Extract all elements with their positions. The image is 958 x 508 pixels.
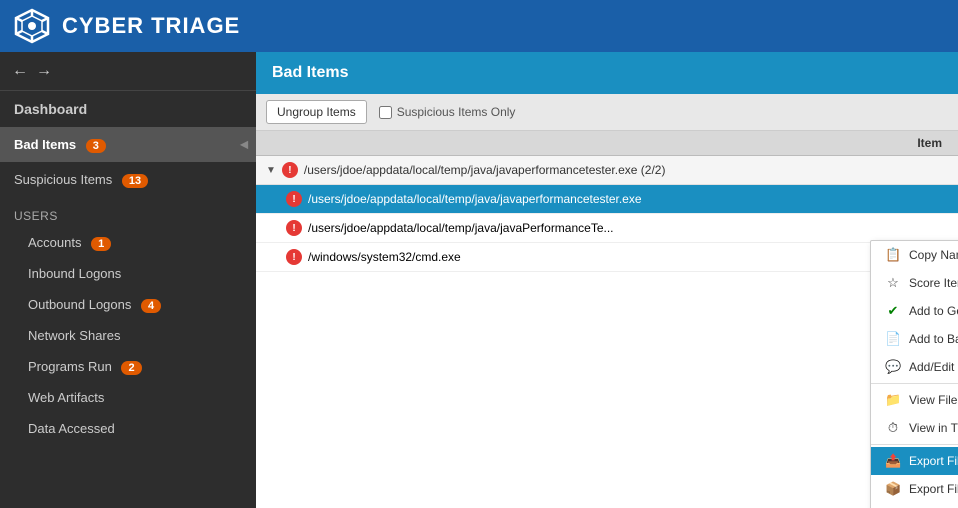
- ctx-view-in-timeline[interactable]: ⏱ View in Timeline ▶: [871, 414, 958, 442]
- error-icon: !: [286, 191, 302, 207]
- bad-list-icon: 📄: [885, 331, 901, 347]
- programs-run-badge: 2: [121, 361, 141, 375]
- ctx-export-file-as-zip[interactable]: 📦 Export File as ZIP: [871, 475, 958, 503]
- suspicious-only-checkbox[interactable]: [379, 106, 392, 119]
- sidebar-item-bad-items[interactable]: Bad Items 3 ◀: [0, 127, 256, 162]
- ctx-separator: [871, 383, 958, 384]
- timeline-icon: ⏱: [885, 420, 901, 436]
- ungroup-items-button[interactable]: Ungroup Items: [266, 100, 367, 124]
- suspicious-items-badge: 13: [122, 174, 148, 188]
- chevron-icon: ◀: [240, 139, 248, 150]
- main-header: Bad Items: [256, 52, 958, 94]
- ctx-add-to-good-list[interactable]: ✔ Add to Good List ▶: [871, 297, 958, 325]
- ctx-add-edit-comment[interactable]: 💬 Add/Edit Comment: [871, 353, 958, 381]
- file-group-header[interactable]: ▼ ! /users/jdoe/appdata/local/temp/java/…: [256, 156, 958, 185]
- context-menu: 📋 Copy Name ☆ Score Item As ▶ ✔ Add to G…: [870, 240, 958, 508]
- main-content: Bad Items Ungroup Items Suspicious Items…: [256, 52, 958, 508]
- bad-items-badge: 3: [86, 139, 106, 153]
- users-section-header: Users: [0, 201, 256, 227]
- ctx-copy-name[interactable]: 📋 Copy Name: [871, 241, 958, 269]
- sidebar-item-suspicious-items[interactable]: Suspicious Items 13: [0, 162, 256, 197]
- table-header: Item: [256, 131, 958, 156]
- ctx-submit-to-sandbox[interactable]: ✳ Submit to Recorded Future Sandbox: [871, 503, 958, 508]
- ctx-view-file-in-directory[interactable]: 📁 View File In Directory: [871, 386, 958, 414]
- sidebar-item-outbound-logons[interactable]: Outbound Logons 4: [0, 289, 256, 320]
- app-logo-icon: [14, 8, 50, 44]
- zip-icon: 📦: [885, 481, 901, 497]
- accounts-badge: 1: [91, 237, 111, 251]
- good-list-icon: ✔: [885, 303, 901, 319]
- score-icon: ☆: [885, 275, 901, 291]
- ctx-separator: [871, 444, 958, 445]
- sidebar-item-inbound-logons[interactable]: Inbound Logons: [0, 258, 256, 289]
- error-icon: !: [286, 249, 302, 265]
- sidebar: ← → Dashboard Bad Items 3 ◀ Suspicious I…: [0, 52, 256, 508]
- export-icon: 📤: [885, 453, 901, 469]
- back-button[interactable]: ←: [12, 62, 28, 80]
- error-icon: !: [282, 162, 298, 178]
- copy-icon: 📋: [885, 247, 901, 263]
- outbound-logons-badge: 4: [141, 299, 161, 313]
- sidebar-item-accounts[interactable]: Accounts 1: [0, 227, 256, 258]
- table-row[interactable]: ! /users/jdoe/appdata/local/temp/java/ja…: [256, 185, 958, 214]
- app-title: CYBER TRIAGE: [62, 13, 240, 39]
- expand-icon[interactable]: ▼: [266, 165, 276, 176]
- table-content[interactable]: ▼ ! /users/jdoe/appdata/local/temp/java/…: [256, 156, 958, 508]
- sidebar-item-dashboard[interactable]: Dashboard: [0, 91, 256, 127]
- folder-icon: 📁: [885, 392, 901, 408]
- table-row[interactable]: ! /windows/system32/cmd.exe: [256, 243, 958, 272]
- sidebar-item-data-accessed[interactable]: Data Accessed: [0, 413, 256, 444]
- forward-button[interactable]: →: [36, 62, 52, 80]
- error-icon: !: [286, 220, 302, 236]
- sidebar-nav: ← →: [0, 52, 256, 91]
- ctx-export-file[interactable]: 📤 Export File: [871, 447, 958, 475]
- ctx-score-item-as[interactable]: ☆ Score Item As ▶: [871, 269, 958, 297]
- ctx-add-to-bad-list[interactable]: 📄 Add to Bad List ▶: [871, 325, 958, 353]
- table-row[interactable]: ! /users/jdoe/appdata/local/temp/java/ja…: [256, 214, 958, 243]
- sidebar-item-web-artifacts[interactable]: Web Artifacts: [0, 382, 256, 413]
- toolbar: Ungroup Items Suspicious Items Only: [256, 94, 958, 131]
- sidebar-item-programs-run[interactable]: Programs Run 2: [0, 351, 256, 382]
- app-header: CYBER TRIAGE: [0, 0, 958, 52]
- suspicious-only-filter[interactable]: Suspicious Items Only: [379, 105, 516, 119]
- sidebar-item-network-shares[interactable]: Network Shares: [0, 320, 256, 351]
- comment-icon: 💬: [885, 359, 901, 375]
